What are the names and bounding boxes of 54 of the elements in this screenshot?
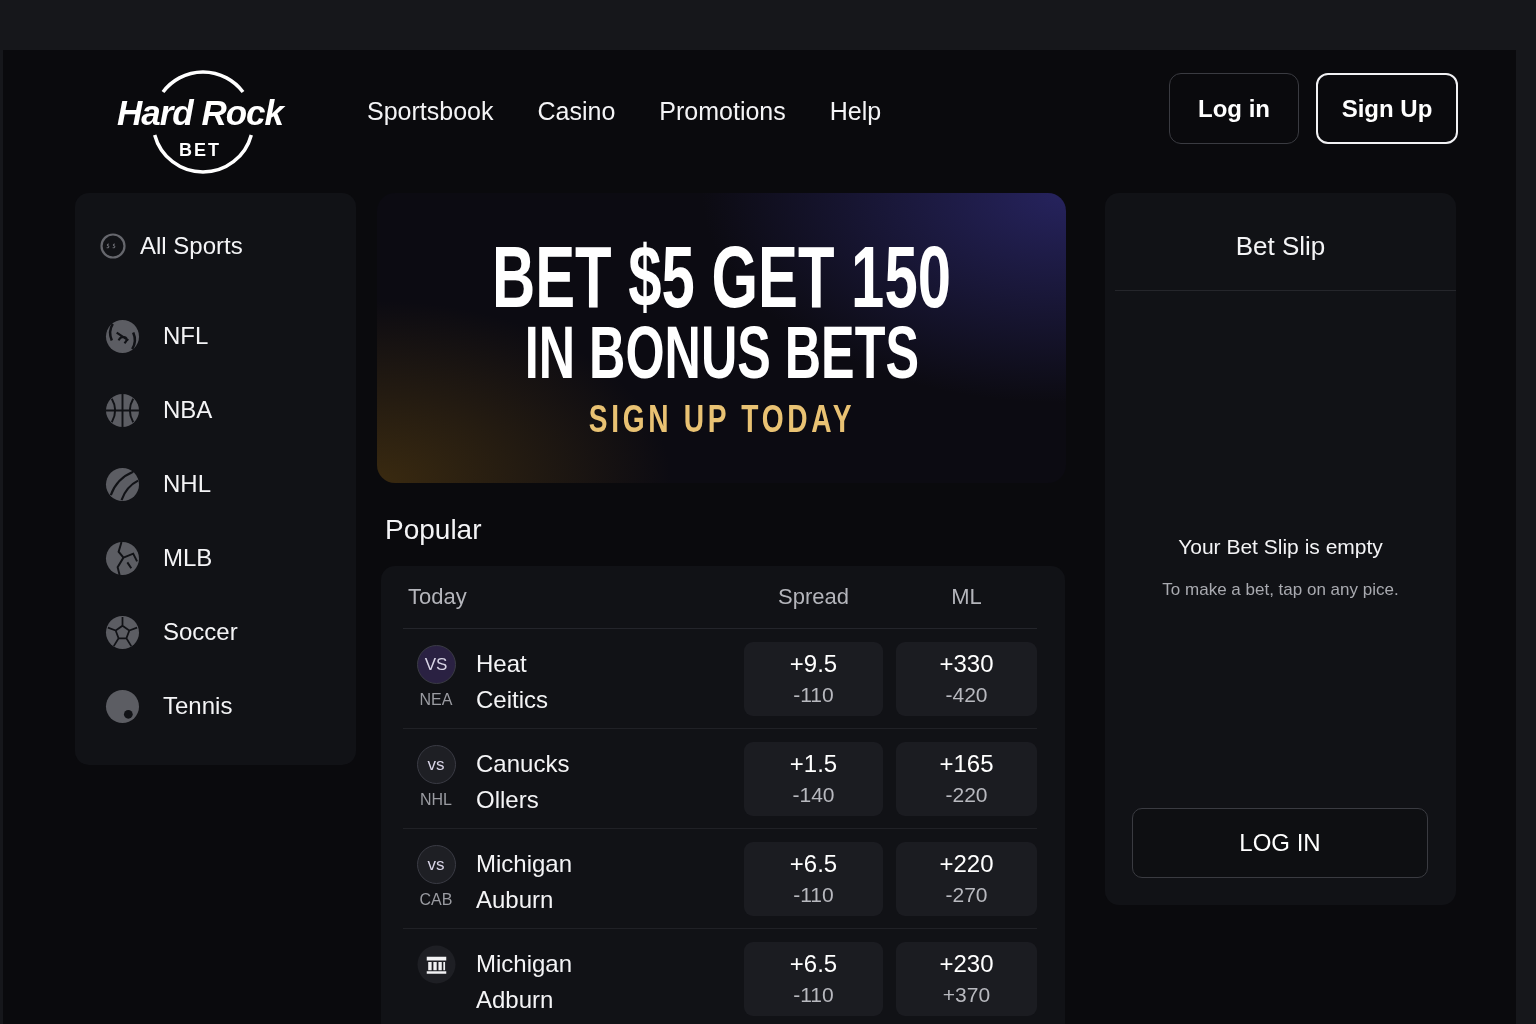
ball-icon	[105, 466, 140, 502]
brand-logo[interactable]: Hard Rock BET	[110, 70, 290, 175]
team-name: Michigan	[476, 949, 574, 979]
column-header: ML	[950, 584, 983, 610]
versus-badge: vs	[416, 845, 456, 884]
promo-subheadline: IN BONUS BETS	[524, 318, 919, 387]
soccer-ball-icon	[105, 614, 140, 650]
nav-link[interactable]: Help	[829, 96, 882, 126]
ring-icon	[100, 233, 126, 259]
league-label: NHL	[420, 790, 452, 810]
team-name: Adburn	[476, 985, 555, 1015]
sidebar-item[interactable]: NHL	[75, 459, 356, 509]
sidebar-item[interactable]: Soccer	[75, 607, 356, 657]
empty-state-text: To make a bet, tap on any pice.	[1162, 579, 1399, 601]
odds-button[interactable]: +6.5 -110	[744, 842, 883, 916]
football-icon	[105, 318, 140, 354]
sidebar-item[interactable]: All Sports	[75, 223, 356, 269]
league-label: NEA	[419, 690, 453, 710]
odds-button[interactable]: +230 +370	[896, 942, 1037, 1016]
team-name: Heat	[476, 649, 528, 679]
odds-button[interactable]: +1.5 -140	[744, 742, 883, 816]
team-name: Auburn	[476, 885, 555, 915]
basketball-icon	[105, 392, 140, 428]
league-label: CAB	[419, 890, 453, 910]
signup-button[interactable]: Sign Up	[1316, 73, 1458, 144]
column-header: Today	[408, 584, 468, 610]
odds-button[interactable]: +330 -420	[896, 642, 1037, 716]
nav-link[interactable]: Promotions	[659, 96, 786, 126]
empty-state-title: Your Bet Slip is empty	[1178, 534, 1383, 560]
nav-link[interactable]: Casino	[537, 96, 616, 126]
promo-tagline: SIGN UP TODAY	[588, 397, 855, 441]
odds-button[interactable]: +165 -220	[896, 742, 1037, 816]
team-name: Ceitics	[476, 685, 549, 715]
dotted-ball-icon	[105, 688, 140, 724]
versus-badge: VS	[416, 645, 456, 684]
nav-link[interactable]: Sportsbook	[367, 96, 494, 126]
sidebar-item[interactable]: Tennis	[75, 681, 356, 731]
column-header: Spread	[777, 584, 850, 610]
panel-title: Bet Slip	[1235, 231, 1326, 261]
sidebar-item[interactable]: MLB	[75, 533, 356, 583]
promo-headline: BET $5 GET 150	[492, 236, 951, 318]
section-title: Popular	[385, 513, 483, 547]
login-button[interactable]: Log in	[1169, 73, 1299, 144]
odds-button[interactable]: +9.5 -110	[744, 642, 883, 716]
team-name: Canucks	[476, 749, 571, 779]
odds-button[interactable]: +220 -270	[896, 842, 1037, 916]
sidebar-item[interactable]: NFL	[75, 311, 356, 361]
versus-badge: vs	[416, 745, 456, 784]
sidebar-item[interactable]: NBA	[75, 385, 356, 435]
odds-button[interactable]: +6.5 -110	[744, 942, 883, 1016]
team-name: Ollers	[476, 785, 540, 815]
team-name: Michigan	[476, 849, 574, 879]
login-button[interactable]: LOG IN	[1132, 808, 1428, 878]
cracked-ball-icon	[105, 540, 140, 576]
